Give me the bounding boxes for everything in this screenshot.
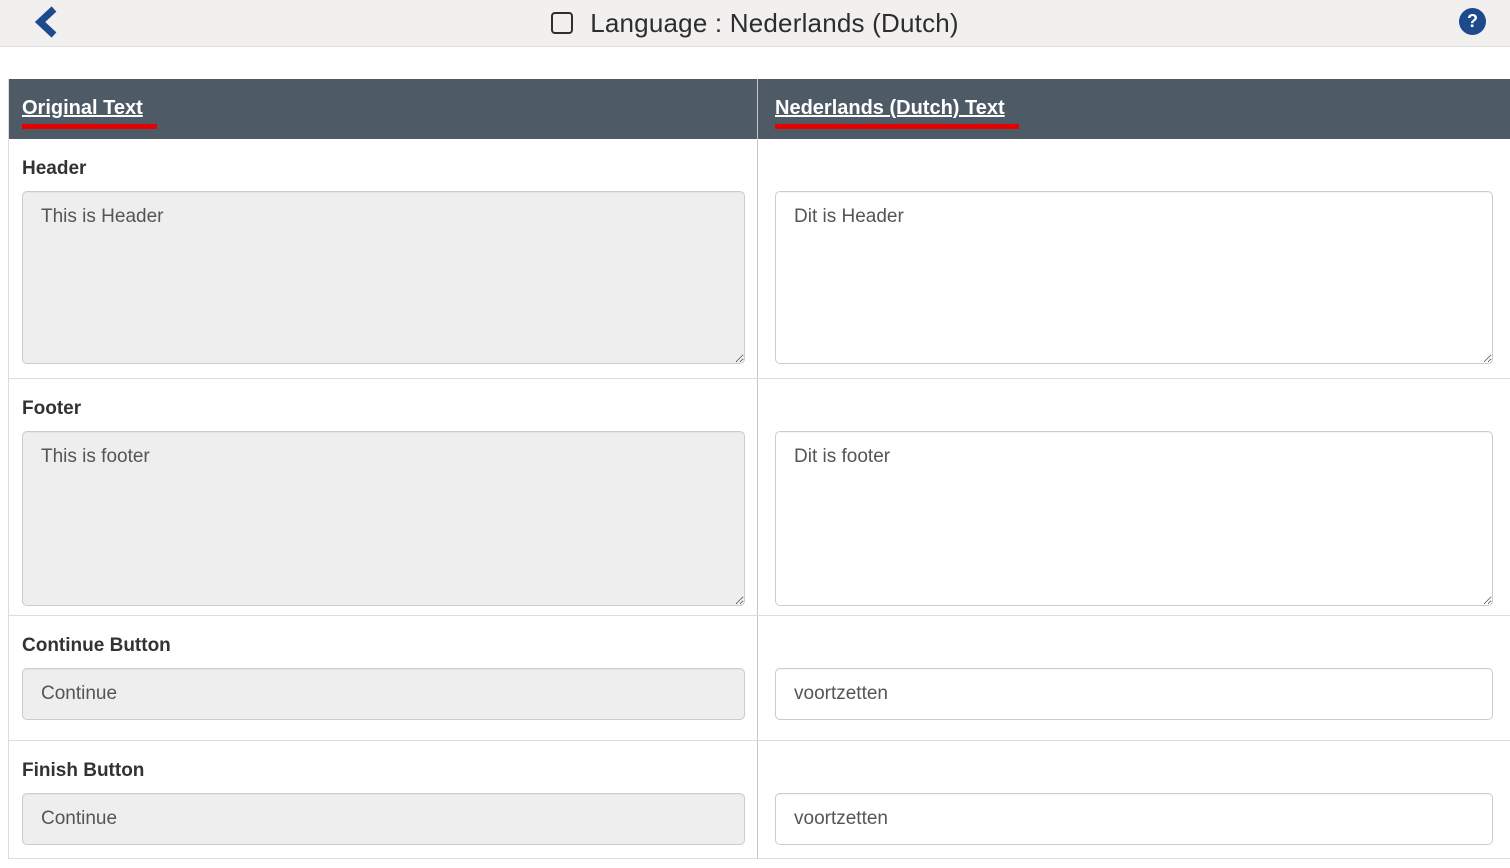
translation-table: Original Text Nederlands (Dutch) Text He…	[8, 79, 1510, 859]
cell-translation-footer: Dit is footer	[758, 379, 1510, 615]
original-footer-textarea: This is footer	[22, 431, 745, 606]
title-group: Language : Nederlands (Dutch)	[551, 8, 959, 39]
original-text-column-header: Original Text	[22, 97, 157, 129]
translation-continue-input[interactable]	[775, 668, 1493, 720]
back-button[interactable]	[28, 4, 64, 42]
header-cell-translation: Nederlands (Dutch) Text	[758, 79, 1510, 139]
field-label-finish: Finish Button	[22, 757, 757, 785]
cell-translation-continue	[758, 616, 1510, 740]
cell-original-continue: Continue Button	[9, 616, 758, 740]
help-icon[interactable]: ?	[1459, 8, 1486, 35]
chevron-left-icon	[34, 5, 58, 42]
table-row-header: Header This is Header Dit is Header	[9, 139, 1510, 379]
translation-text-column-header: Nederlands (Dutch) Text	[775, 97, 1019, 129]
table-row-footer: Footer This is footer Dit is footer	[9, 379, 1510, 616]
page-title: Language : Nederlands (Dutch)	[590, 8, 959, 39]
cell-original-header: Header This is Header	[9, 139, 758, 378]
field-label-continue: Continue Button	[22, 632, 757, 660]
header-cell-original: Original Text	[9, 79, 758, 139]
table-row-finish-button: Finish Button	[9, 741, 1510, 859]
table-header-row: Original Text Nederlands (Dutch) Text	[9, 79, 1510, 139]
cell-original-finish: Finish Button	[9, 741, 758, 858]
language-checkbox[interactable]	[551, 12, 573, 34]
cell-translation-finish	[758, 741, 1510, 858]
cell-original-footer: Footer This is footer	[9, 379, 758, 615]
original-continue-input	[22, 668, 745, 720]
original-finish-input	[22, 793, 745, 845]
translation-finish-input[interactable]	[775, 793, 1493, 845]
table-row-continue-button: Continue Button	[9, 616, 1510, 741]
field-label-header: Header	[22, 155, 757, 183]
translation-header-textarea[interactable]: Dit is Header	[775, 191, 1493, 364]
original-header-textarea: This is Header	[22, 191, 745, 364]
field-label-footer: Footer	[22, 395, 757, 423]
top-bar: Language : Nederlands (Dutch) ?	[0, 0, 1510, 47]
cell-translation-header: Dit is Header	[758, 139, 1510, 378]
translation-footer-textarea[interactable]: Dit is footer	[775, 431, 1493, 606]
